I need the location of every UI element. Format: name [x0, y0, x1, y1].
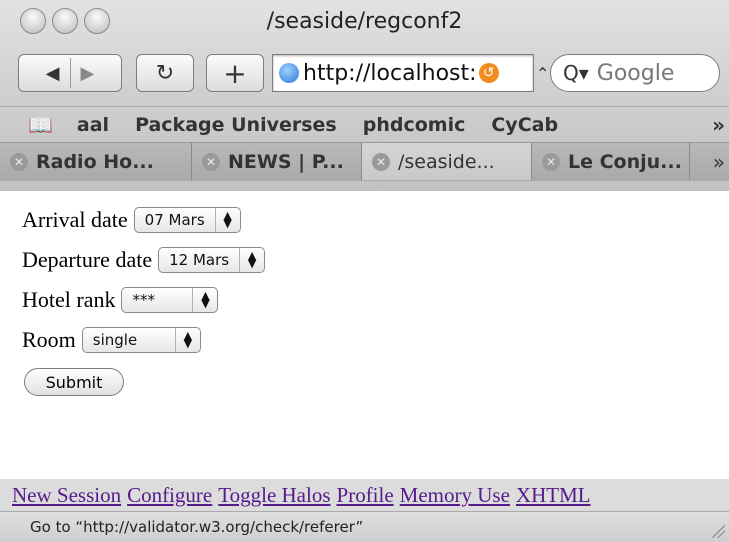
resize-grip-icon[interactable] [711, 524, 725, 538]
close-tab-icon[interactable]: ✕ [10, 152, 28, 171]
arrival-label: Arrival date [22, 207, 128, 232]
tab-seaside[interactable]: ✕ /seaside... [362, 143, 532, 180]
tab-label: Radio Ho... [36, 150, 154, 173]
tab-label: NEWS | P... [228, 150, 344, 173]
browser-chrome: /seaside/regconf2 ◀ ▶ ↻ + http://localho… [0, 0, 729, 191]
tab-label: /seaside... [398, 150, 495, 173]
updown-arrows-icon: ▲ ▼ [214, 208, 240, 232]
close-tab-icon[interactable]: ✕ [202, 152, 220, 171]
bookmarks-bar: 📖 aal Package Universes phdcomic CyCab » [0, 106, 729, 143]
reload-button[interactable]: ↻ [136, 54, 194, 92]
address-bar[interactable]: http://localhost: ↺ [272, 54, 534, 92]
chevron-more-icon[interactable]: » [713, 150, 725, 174]
departure-label: Departure date [22, 247, 153, 272]
arrival-value: 07 Mars [144, 211, 205, 229]
bookmark-phdcomic[interactable]: phdcomic [363, 114, 466, 136]
tab-radio[interactable]: ✕ Radio Ho... [0, 143, 192, 180]
tab-bar: ✕ Radio Ho... ✕ NEWS | P... ✕ /seaside..… [0, 142, 729, 181]
address-text: http://localhost: [303, 60, 477, 86]
submit-button[interactable]: Submit [24, 368, 124, 396]
room-label: Room [22, 327, 76, 352]
room-value: single [92, 331, 138, 349]
room-row: Room single ▲ ▼ [22, 324, 201, 356]
search-icon[interactable]: Q▾ [563, 61, 589, 85]
close-tab-icon[interactable]: ✕ [372, 152, 390, 171]
hotel-rank-value: *** [132, 291, 155, 309]
bookmark-package-universes[interactable]: Package Universes [135, 114, 337, 136]
hotel-rank-label: Hotel rank [22, 287, 116, 312]
status-bar: Go to “http://validator.w3.org/check/ref… [0, 511, 729, 542]
configure-link[interactable]: Configure [127, 483, 212, 508]
status-text: Go to “http://validator.w3.org/check/ref… [30, 518, 364, 536]
book-icon[interactable]: 📖 [28, 113, 53, 137]
tab-le-conju[interactable]: ✕ Le Conju... [532, 143, 690, 180]
chevron-more-icon[interactable]: » [712, 113, 725, 137]
search-field[interactable]: Q▾ Google [550, 54, 720, 92]
arrival-row: Arrival date 07 Mars ▲ ▼ [22, 204, 241, 236]
reload-icon: ↻ [155, 60, 175, 86]
forward-icon[interactable]: ▶ [81, 63, 95, 84]
new-session-link[interactable]: New Session [12, 483, 121, 508]
plus-icon: + [223, 56, 247, 90]
caret-icon: ⌃ [536, 64, 550, 83]
arrival-date-select[interactable]: 07 Mars ▲ ▼ [133, 207, 241, 233]
navigation-toolbar: ◀ ▶ ↻ + http://localhost: ↺ ⌃ Q▾ Google [0, 44, 729, 106]
memory-use-link[interactable]: Memory Use [400, 483, 510, 508]
departure-row: Departure date 12 Mars ▲ ▼ [22, 244, 266, 276]
globe-icon [279, 63, 299, 83]
profile-link[interactable]: Profile [337, 483, 394, 508]
xhtml-link[interactable]: XHTML [516, 483, 591, 508]
hotel-rank-row: Hotel rank *** ▲ ▼ [22, 284, 219, 316]
updown-arrows-icon: ▲ ▼ [239, 248, 264, 272]
close-tab-icon[interactable]: ✕ [542, 152, 560, 171]
hotel-rank-select[interactable]: *** ▲ ▼ [121, 287, 219, 313]
add-bookmark-button[interactable]: + [206, 54, 264, 92]
snapback-icon[interactable]: ↺ [478, 63, 499, 83]
back-forward-button[interactable]: ◀ ▶ [18, 54, 122, 92]
room-select[interactable]: single ▲ ▼ [81, 327, 201, 353]
bookmark-cycab[interactable]: CyCab [491, 114, 558, 136]
back-icon[interactable]: ◀ [46, 63, 60, 84]
tab-news[interactable]: ✕ NEWS | P... [192, 143, 362, 180]
tab-label: Le Conju... [568, 150, 682, 173]
updown-arrows-icon: ▲ ▼ [174, 328, 200, 352]
bookmark-aal[interactable]: aal [77, 114, 109, 136]
toggle-halos-link[interactable]: Toggle Halos [218, 483, 330, 508]
seaside-toolbar: New Session Configure Toggle Halos Profi… [0, 479, 729, 511]
window-title: /seaside/regconf2 [266, 9, 463, 34]
title-bar: /seaside/regconf2 [0, 0, 729, 44]
departure-date-select[interactable]: 12 Mars ▲ ▼ [158, 247, 266, 273]
search-placeholder: Google [596, 60, 675, 86]
departure-value: 12 Mars [169, 251, 230, 269]
updown-arrows-icon: ▲ ▼ [192, 288, 217, 312]
